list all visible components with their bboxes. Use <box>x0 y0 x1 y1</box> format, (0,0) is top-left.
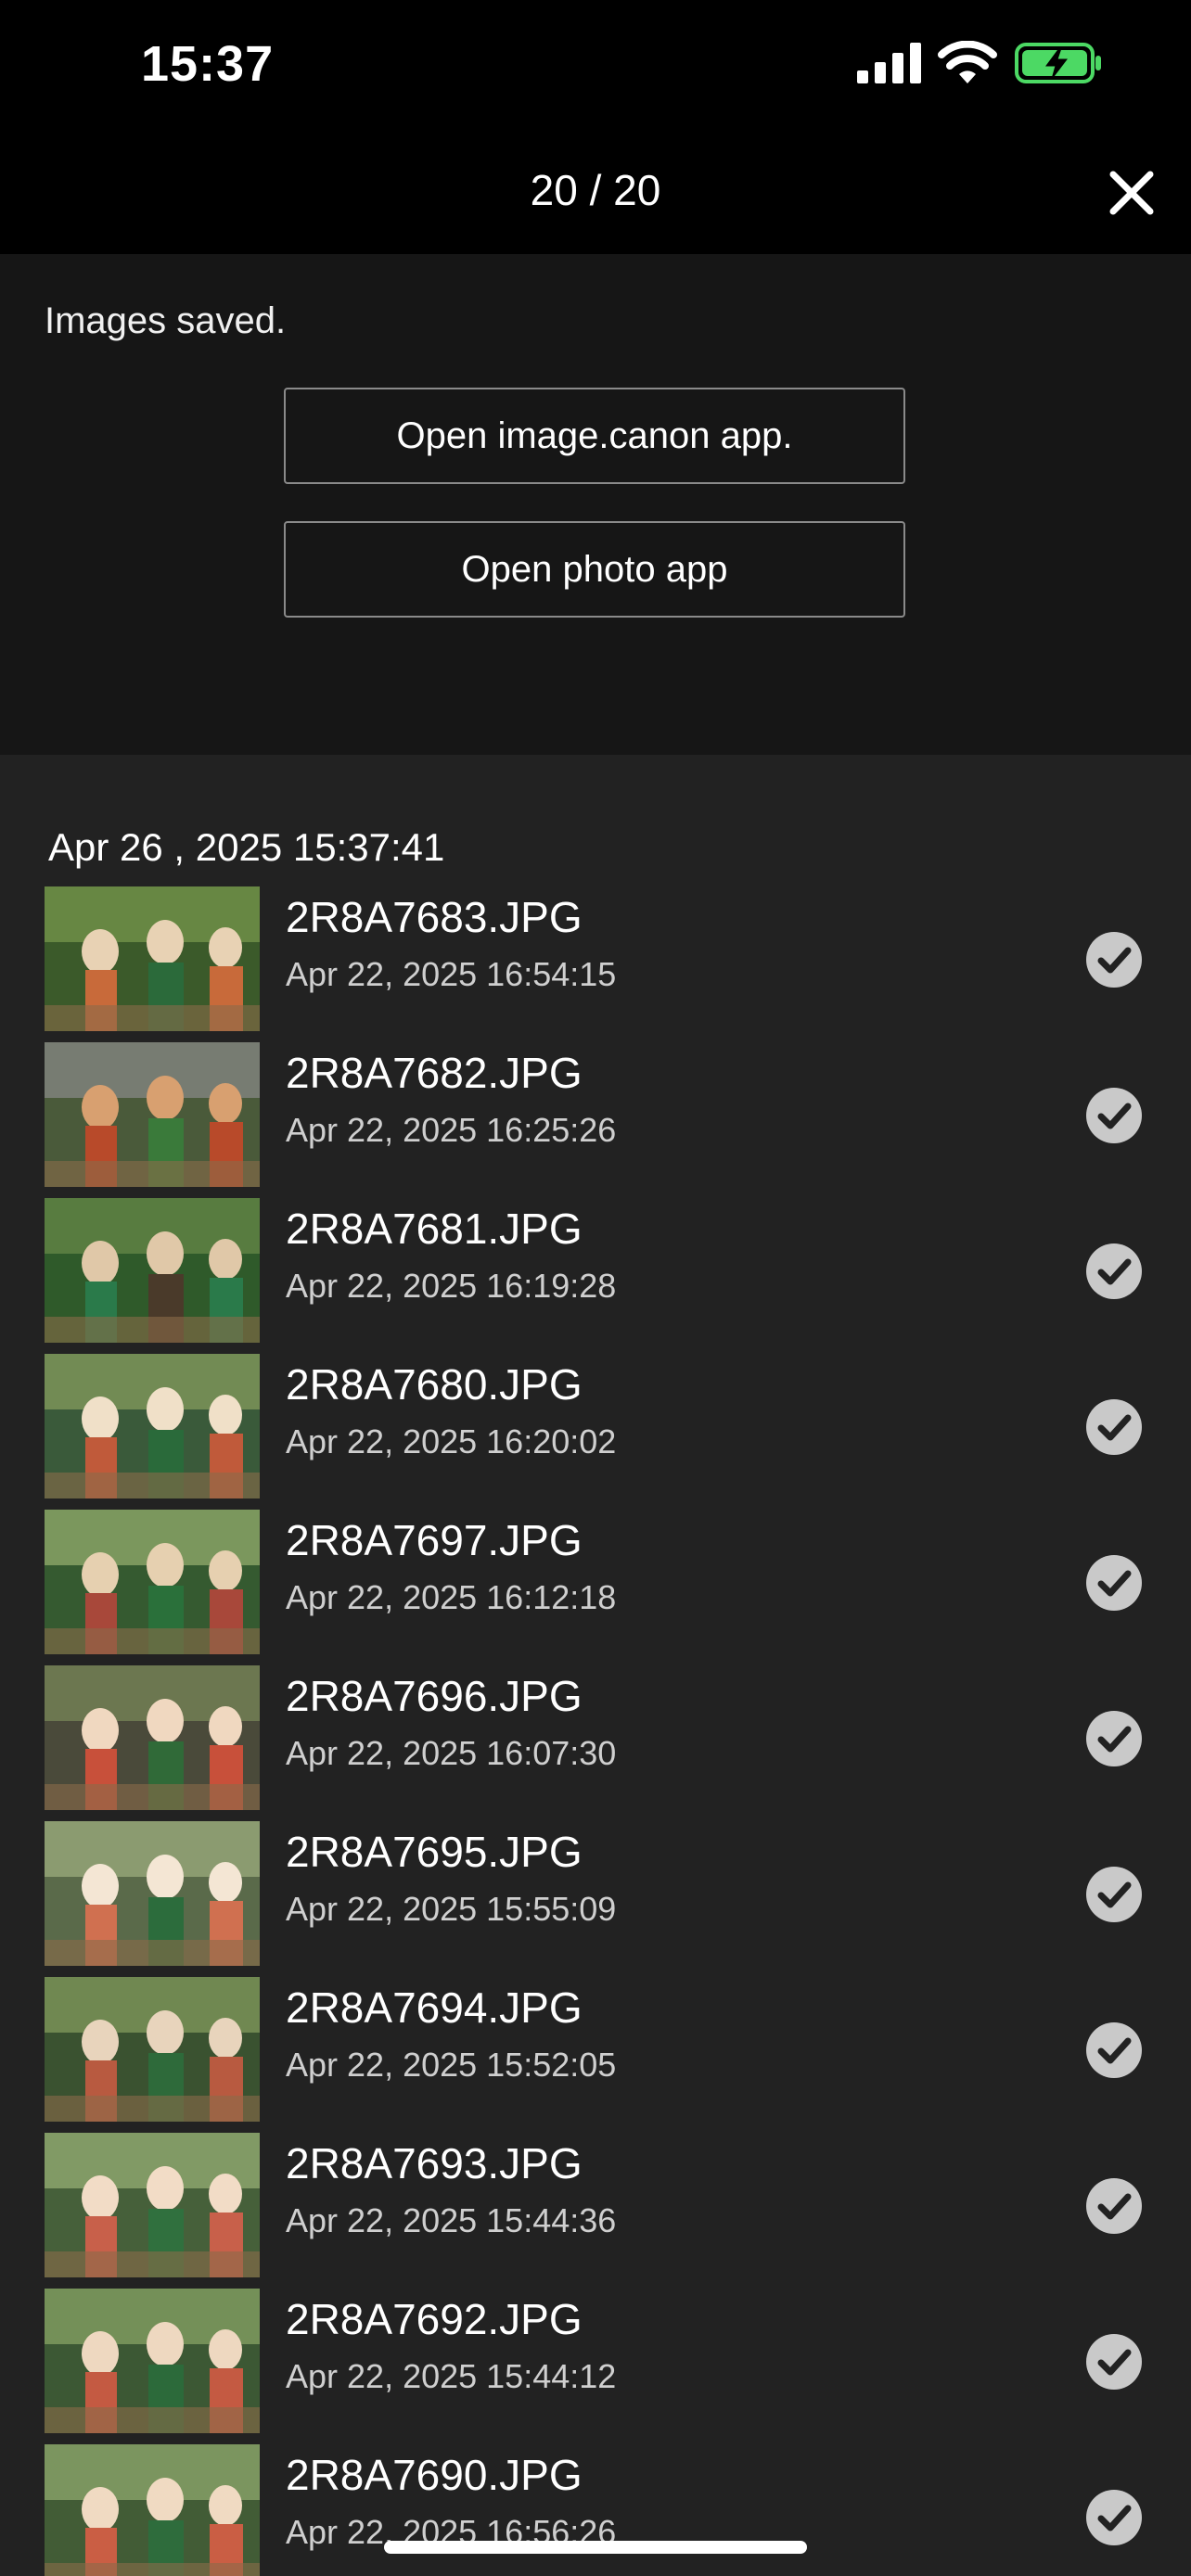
list-item[interactable]: 2R8A7697.JPG Apr 22, 2025 16:12:18 <box>0 1510 1191 1665</box>
list-item[interactable]: 2R8A7696.JPG Apr 22, 2025 16:07:30 <box>0 1665 1191 1821</box>
list-item[interactable]: 2R8A7695.JPG Apr 22, 2025 15:55:09 <box>0 1821 1191 1977</box>
list-item[interactable]: 2R8A7692.JPG Apr 22, 2025 15:44:12 <box>0 2289 1191 2444</box>
file-name: 2R8A7697.JPG <box>286 1516 583 1564</box>
open-image-canon-button[interactable]: Open image.canon app. <box>284 388 905 484</box>
checkmark-icon <box>1086 1867 1142 1922</box>
file-date: Apr 22, 2025 16:07:30 <box>286 1734 617 1772</box>
photo-thumbnail[interactable] <box>45 1665 260 1810</box>
image-list[interactable]: Apr 26 , 2025 15:37:41 2R8A7683.JPG Apr 2… <box>0 755 1191 2576</box>
file-date: Apr 22, 2025 16:54:15 <box>286 955 617 993</box>
photo-thumbnail[interactable] <box>45 1977 260 2122</box>
checkmark-icon <box>1086 2178 1142 2234</box>
file-name: 2R8A7680.JPG <box>286 1360 583 1409</box>
list-item[interactable]: 2R8A7681.JPG Apr 22, 2025 16:19:28 <box>0 1198 1191 1354</box>
file-name: 2R8A7696.JPG <box>286 1672 583 1720</box>
photo-thumbnail[interactable] <box>45 1510 260 1654</box>
file-name: 2R8A7693.JPG <box>286 2139 583 2187</box>
file-name: 2R8A7683.JPG <box>286 893 583 941</box>
images-saved-message: Images saved. <box>45 300 287 341</box>
file-date: Apr 22, 2025 15:44:12 <box>286 2357 617 2395</box>
photo-thumbnail[interactable] <box>45 886 260 1031</box>
image-rows: 2R8A7683.JPG Apr 22, 2025 16:54:15 2R8A768… <box>0 886 1191 2576</box>
list-item[interactable]: 2R8A7693.JPG Apr 22, 2025 15:44:36 <box>0 2133 1191 2289</box>
file-date: Apr 22, 2025 16:20:02 <box>286 1422 617 1460</box>
file-name: 2R8A7695.JPG <box>286 1828 583 1876</box>
checkmark-icon <box>1086 2022 1142 2078</box>
photo-thumbnail[interactable] <box>45 2289 260 2433</box>
checkmark-icon <box>1086 932 1142 988</box>
photo-thumbnail[interactable] <box>45 1042 260 1187</box>
image-counter: 20 / 20 <box>530 166 661 214</box>
open-photo-app-button[interactable]: Open photo app <box>284 521 905 618</box>
photo-thumbnail[interactable] <box>45 1198 260 1343</box>
checkmark-icon <box>1086 1088 1142 1143</box>
list-item[interactable]: 2R8A7690.JPG Apr 22, 2025 16:56:26 <box>0 2444 1191 2576</box>
photo-thumbnail[interactable] <box>45 1354 260 1498</box>
checkmark-icon <box>1086 1555 1142 1611</box>
close-icon[interactable] <box>1104 165 1159 221</box>
header-bar: 20 / 20 <box>0 139 1191 254</box>
file-date: Apr 22, 2025 16:25:26 <box>286 1111 617 1149</box>
list-item[interactable]: 2R8A7683.JPG Apr 22, 2025 16:54:15 <box>0 886 1191 1042</box>
list-item[interactable]: 2R8A7694.JPG Apr 22, 2025 15:52:05 <box>0 1977 1191 2133</box>
photo-thumbnail[interactable] <box>45 2444 260 2576</box>
file-name: 2R8A7692.JPG <box>286 2295 583 2343</box>
photo-thumbnail[interactable] <box>45 1821 260 1966</box>
status-bar: 15:37 <box>0 0 1191 139</box>
photo-thumbnail[interactable] <box>45 2133 260 2277</box>
file-name: 2R8A7682.JPG <box>286 1049 583 1097</box>
list-item[interactable]: 2R8A7682.JPG Apr 22, 2025 16:25:26 <box>0 1042 1191 1198</box>
file-date: Apr 22, 2025 16:12:18 <box>286 1578 617 1616</box>
file-date: Apr 22, 2025 16:19:28 <box>286 1267 617 1305</box>
group-date-header: Apr 26 , 2025 15:37:41 <box>48 825 445 869</box>
checkmark-icon <box>1086 1399 1142 1455</box>
file-date: Apr 22, 2025 15:55:09 <box>286 1890 617 1928</box>
cellular-signal-icon <box>857 43 921 83</box>
checkmark-icon <box>1086 2334 1142 2390</box>
battery-charging-icon <box>1015 43 1101 83</box>
home-indicator[interactable] <box>384 2541 807 2554</box>
file-name: 2R8A7694.JPG <box>286 1983 583 2032</box>
status-time: 15:37 <box>141 36 275 92</box>
wifi-icon <box>938 41 997 83</box>
file-name: 2R8A7690.JPG <box>286 2451 583 2499</box>
checkmark-icon <box>1086 1243 1142 1299</box>
list-item[interactable]: 2R8A7680.JPG Apr 22, 2025 16:20:02 <box>0 1354 1191 1510</box>
file-date: Apr 22, 2025 15:44:36 <box>286 2201 617 2239</box>
checkmark-icon <box>1086 1711 1142 1766</box>
checkmark-icon <box>1086 2490 1142 2545</box>
file-name: 2R8A7681.JPG <box>286 1205 583 1253</box>
save-notice-panel: Images saved. Open image.canon app. Open… <box>0 254 1191 755</box>
file-date: Apr 22, 2025 15:52:05 <box>286 2046 617 2084</box>
